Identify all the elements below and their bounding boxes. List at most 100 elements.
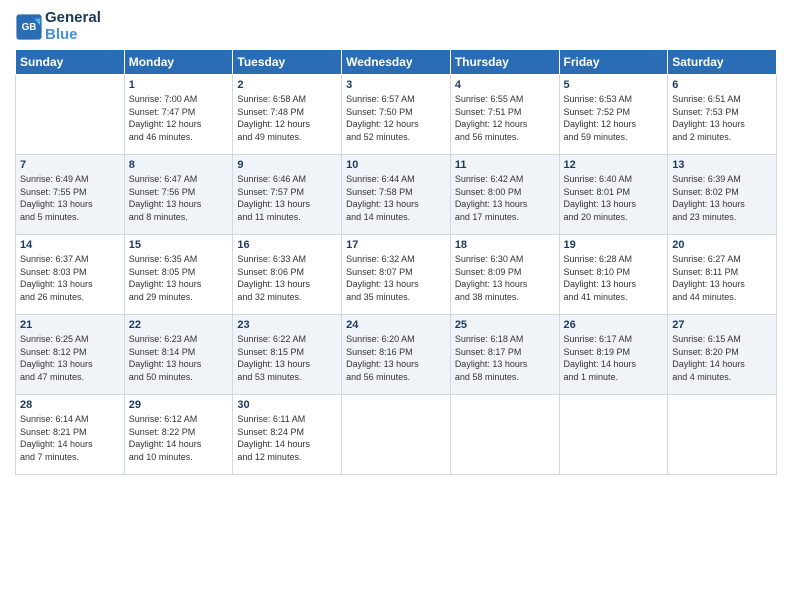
day-info: Sunrise: 6:12 AM Sunset: 8:22 PM Dayligh… [129, 413, 229, 463]
calendar-cell: 16 Sunrise: 6:33 AM Sunset: 8:06 PM Dayli… [233, 235, 342, 315]
day-header-tuesday: Tuesday [233, 50, 342, 75]
day-info: Sunrise: 6:49 AM Sunset: 7:55 PM Dayligh… [20, 173, 120, 223]
day-info: Sunrise: 6:20 AM Sunset: 8:16 PM Dayligh… [346, 333, 446, 383]
calendar-cell: 1 Sunrise: 7:00 AM Sunset: 7:47 PM Daylig… [124, 75, 233, 155]
calendar-cell: 21Sunrise: 6:25 AM Sunset: 8:12 PM Dayli… [16, 315, 125, 395]
calendar-cell: 30Sunrise: 6:11 AM Sunset: 8:24 PM Dayli… [233, 395, 342, 475]
calendar-week-row: 1 Sunrise: 7:00 AM Sunset: 7:47 PM Daylig… [16, 75, 777, 155]
calendar-cell: 3 Sunrise: 6:57 AM Sunset: 7:50 PM Daylig… [342, 75, 451, 155]
day-number: 30 [237, 399, 337, 411]
calendar-cell [342, 395, 451, 475]
day-info: Sunrise: 6:23 AM Sunset: 8:14 PM Dayligh… [129, 333, 229, 383]
calendar-cell [668, 395, 777, 475]
day-info: Sunrise: 6:37 AM Sunset: 8:03 PM Dayligh… [20, 253, 120, 303]
day-number: 13 [672, 159, 772, 171]
day-info: Sunrise: 6:33 AM Sunset: 8:06 PM Dayligh… [237, 253, 337, 303]
day-info: Sunrise: 7:00 AM Sunset: 7:47 PM Dayligh… [129, 93, 229, 143]
calendar-week-row: 28 Sunrise: 6:14 AM Sunset: 8:21 PM Dayli… [16, 395, 777, 475]
day-info: Sunrise: 6:14 AM Sunset: 8:21 PM Dayligh… [20, 413, 120, 463]
day-info: Sunrise: 6:42 AM Sunset: 8:00 PM Dayligh… [455, 173, 555, 223]
calendar-cell: 4 Sunrise: 6:55 AM Sunset: 7:51 PM Daylig… [450, 75, 559, 155]
day-number: 24 [346, 319, 446, 331]
day-info: Sunrise: 6:28 AM Sunset: 8:10 PM Dayligh… [564, 253, 664, 303]
day-number: 20 [672, 239, 772, 251]
day-info: Sunrise: 6:57 AM Sunset: 7:50 PM Dayligh… [346, 93, 446, 143]
day-info: Sunrise: 6:51 AM Sunset: 7:53 PM Dayligh… [672, 93, 772, 143]
day-info: Sunrise: 6:53 AM Sunset: 7:52 PM Dayligh… [564, 93, 664, 143]
day-number: 15 [129, 239, 229, 251]
calendar-cell: 22 Sunrise: 6:23 AM Sunset: 8:14 PM Dayli… [124, 315, 233, 395]
calendar-cell: 15 Sunrise: 6:35 AM Sunset: 8:05 PM Dayli… [124, 235, 233, 315]
calendar-cell: 24 Sunrise: 6:20 AM Sunset: 8:16 PM Dayli… [342, 315, 451, 395]
calendar-cell: 23 Sunrise: 6:22 AM Sunset: 8:15 PM Dayli… [233, 315, 342, 395]
day-number: 19 [564, 239, 664, 251]
calendar-cell: 19 Sunrise: 6:28 AM Sunset: 8:10 PM Dayli… [559, 235, 668, 315]
day-number: 14 [20, 239, 120, 251]
day-number: 8 [129, 159, 229, 171]
calendar-cell: 29 Sunrise: 6:12 AM Sunset: 8:22 PM Dayli… [124, 395, 233, 475]
day-number: 17 [346, 239, 446, 251]
calendar-cell [16, 75, 125, 155]
day-header-saturday: Saturday [668, 50, 777, 75]
calendar-cell: 13 Sunrise: 6:39 AM Sunset: 8:02 PM Dayli… [668, 155, 777, 235]
day-number: 12 [564, 159, 664, 171]
day-number: 4 [455, 79, 555, 91]
day-info: Sunrise: 6:39 AM Sunset: 8:02 PM Dayligh… [672, 173, 772, 223]
calendar-week-row: 21Sunrise: 6:25 AM Sunset: 8:12 PM Dayli… [16, 315, 777, 395]
day-header-monday: Monday [124, 50, 233, 75]
calendar-cell: 2 Sunrise: 6:58 AM Sunset: 7:48 PM Daylig… [233, 75, 342, 155]
day-number: 23 [237, 319, 337, 331]
day-info: Sunrise: 6:32 AM Sunset: 8:07 PM Dayligh… [346, 253, 446, 303]
day-header-friday: Friday [559, 50, 668, 75]
day-number: 22 [129, 319, 229, 331]
calendar-cell: 8 Sunrise: 6:47 AM Sunset: 7:56 PM Daylig… [124, 155, 233, 235]
calendar-cell: 11 Sunrise: 6:42 AM Sunset: 8:00 PM Dayli… [450, 155, 559, 235]
calendar-cell: 10 Sunrise: 6:44 AM Sunset: 7:58 PM Dayli… [342, 155, 451, 235]
day-info: Sunrise: 6:22 AM Sunset: 8:15 PM Dayligh… [237, 333, 337, 383]
day-info: Sunrise: 6:40 AM Sunset: 8:01 PM Dayligh… [564, 173, 664, 223]
day-info: Sunrise: 6:46 AM Sunset: 7:57 PM Dayligh… [237, 173, 337, 223]
day-number: 27 [672, 319, 772, 331]
calendar-week-row: 7Sunrise: 6:49 AM Sunset: 7:55 PM Daylig… [16, 155, 777, 235]
day-number: 6 [672, 79, 772, 91]
header: GB General Blue [15, 10, 777, 43]
day-info: Sunrise: 6:58 AM Sunset: 7:48 PM Dayligh… [237, 93, 337, 143]
logo-text: General Blue [45, 10, 101, 43]
logo-icon: GB [15, 13, 43, 41]
day-info: Sunrise: 6:25 AM Sunset: 8:12 PM Dayligh… [20, 333, 120, 383]
calendar-cell: 20Sunrise: 6:27 AM Sunset: 8:11 PM Dayli… [668, 235, 777, 315]
day-header-sunday: Sunday [16, 50, 125, 75]
day-number: 28 [20, 399, 120, 411]
calendar-cell: 26Sunrise: 6:17 AM Sunset: 8:19 PM Dayli… [559, 315, 668, 395]
calendar-cell: 17 Sunrise: 6:32 AM Sunset: 8:07 PM Dayli… [342, 235, 451, 315]
day-number: 26 [564, 319, 664, 331]
day-info: Sunrise: 6:18 AM Sunset: 8:17 PM Dayligh… [455, 333, 555, 383]
day-header-wednesday: Wednesday [342, 50, 451, 75]
day-number: 3 [346, 79, 446, 91]
day-number: 5 [564, 79, 664, 91]
calendar-cell [559, 395, 668, 475]
calendar-table: SundayMondayTuesdayWednesdayThursdayFrid… [15, 49, 777, 475]
day-info: Sunrise: 6:35 AM Sunset: 8:05 PM Dayligh… [129, 253, 229, 303]
calendar-header-row: SundayMondayTuesdayWednesdayThursdayFrid… [16, 50, 777, 75]
day-info: Sunrise: 6:55 AM Sunset: 7:51 PM Dayligh… [455, 93, 555, 143]
day-info: Sunrise: 6:15 AM Sunset: 8:20 PM Dayligh… [672, 333, 772, 383]
calendar-cell [450, 395, 559, 475]
day-number: 29 [129, 399, 229, 411]
day-info: Sunrise: 6:47 AM Sunset: 7:56 PM Dayligh… [129, 173, 229, 223]
calendar-week-row: 14 Sunrise: 6:37 AM Sunset: 8:03 PM Dayli… [16, 235, 777, 315]
day-number: 10 [346, 159, 446, 171]
calendar-cell: 28 Sunrise: 6:14 AM Sunset: 8:21 PM Dayli… [16, 395, 125, 475]
day-number: 1 [129, 79, 229, 91]
day-number: 2 [237, 79, 337, 91]
day-number: 16 [237, 239, 337, 251]
calendar-cell: 18Sunrise: 6:30 AM Sunset: 8:09 PM Dayli… [450, 235, 559, 315]
calendar-container: GB General Blue SundayMondayTuesdayWedne… [0, 0, 792, 485]
calendar-cell: 14 Sunrise: 6:37 AM Sunset: 8:03 PM Dayli… [16, 235, 125, 315]
logo: GB General Blue [15, 10, 101, 43]
calendar-cell: 9Sunrise: 6:46 AM Sunset: 7:57 PM Daylig… [233, 155, 342, 235]
day-info: Sunrise: 6:44 AM Sunset: 7:58 PM Dayligh… [346, 173, 446, 223]
day-header-thursday: Thursday [450, 50, 559, 75]
day-number: 11 [455, 159, 555, 171]
calendar-cell: 25Sunrise: 6:18 AM Sunset: 8:17 PM Dayli… [450, 315, 559, 395]
